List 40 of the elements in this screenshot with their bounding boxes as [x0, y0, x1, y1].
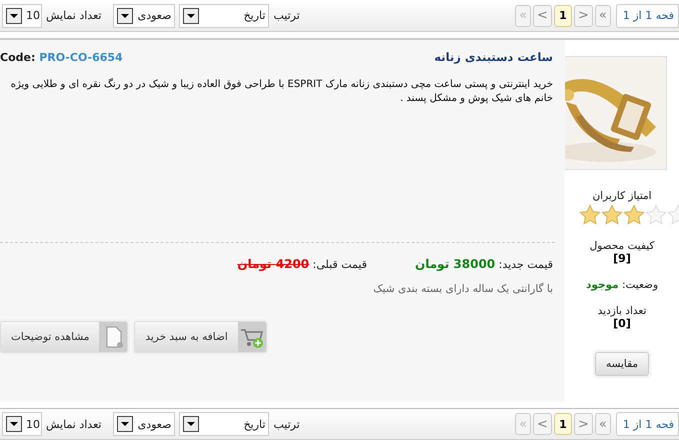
cart-add-icon — [238, 322, 266, 352]
sort-select[interactable]: تاریخ — [179, 412, 270, 436]
page-size-select[interactable]: 10 — [2, 412, 42, 436]
sort-label: ترتیب — [273, 9, 300, 22]
views-value: [0] — [613, 317, 631, 330]
page-number-button[interactable]: 1 — [554, 4, 572, 26]
rating-label: امتیاز کاربران — [592, 190, 652, 202]
product-description: خرید اینترنتی و پستی ساعت مچی دستبندی زنانه مارک ESPRIT با طراحی فوق العاده زیبا و شیک در دو رنگ نقره ای و طلایی ویژه خانم های شیک پوش و مشکل پسند . — [10, 78, 553, 106]
stock-status: وضعیت: موجود — [586, 279, 658, 291]
document-icon — [99, 322, 128, 352]
product-title: ساعت دستبندی زنانه — [434, 50, 553, 64]
page-size-label: تعداد نمایش — [46, 9, 102, 22]
page-number-button[interactable]: 1 — [554, 413, 572, 435]
old-price: قیمت قبلی: 4200 تومان — [237, 257, 367, 271]
sort-select[interactable]: تاریخ — [179, 4, 270, 28]
sort-label: ترتیب — [273, 418, 300, 430]
page-size-label: تعداد نمایش — [46, 418, 102, 430]
order-select[interactable]: صعودی — [113, 412, 176, 436]
compare-button[interactable]: مقایسه — [594, 352, 650, 376]
caret-icon — [117, 8, 134, 24]
new-price: قیمت جدید: 38000 تومان — [415, 257, 553, 271]
warranty-note: با گارانتی یک ساله دارای بسته بندی شیک — [372, 282, 554, 295]
views-label: تعداد بازدید — [598, 305, 646, 317]
product-code: Code: PRO-CO-6654 — [0, 50, 123, 64]
page-info: فحه 1 از 1 — [616, 4, 679, 28]
caret-icon — [183, 416, 200, 432]
quality-value: [9] — [613, 252, 631, 265]
add-to-cart-button[interactable]: اضافه به سبد خرید — [134, 321, 267, 353]
filled-star-icon — [623, 204, 645, 226]
order-select[interactable]: صعودی — [113, 4, 176, 28]
caret-icon — [117, 416, 134, 432]
details-button[interactable]: مشاهده توضیحات — [0, 321, 128, 353]
page-info: فحه 1 از 1 — [616, 412, 679, 436]
caret-icon — [6, 8, 22, 24]
caret-icon — [183, 8, 200, 24]
filled-star-icon — [601, 204, 623, 226]
filled-star-icon — [579, 204, 601, 226]
quality-label: کیفیت محصول — [590, 240, 654, 252]
caret-icon — [6, 416, 22, 432]
page-size-select[interactable]: 10 — [2, 4, 42, 28]
